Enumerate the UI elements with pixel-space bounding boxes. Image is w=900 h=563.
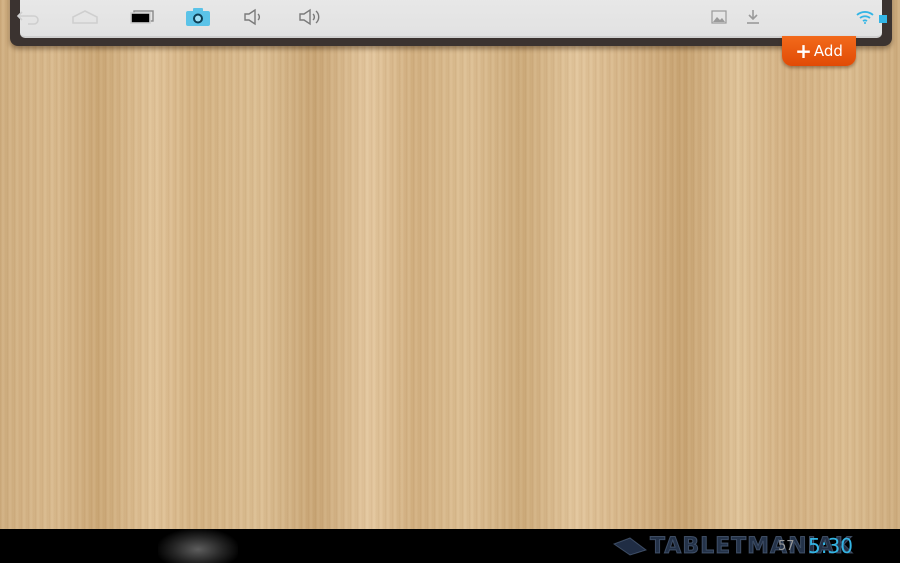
status-clock: 5:30 [808,534,853,558]
wifi-status [855,0,875,34]
screenshot-button-highlight [158,529,238,563]
volume-down-button[interactable] [240,0,268,34]
watermark-logo-icon [612,537,648,556]
home-button[interactable] [68,0,102,34]
screenshot-button[interactable] [182,0,214,34]
recent-apps-button[interactable] [124,0,158,34]
battery-status [876,0,890,34]
battery-icon [879,15,887,23]
volume-up-button[interactable] [295,0,325,34]
add-button-label: Add [813,42,843,60]
download-icon [747,10,759,24]
camera-icon [186,8,210,26]
volume-down-icon [244,8,260,26]
download-notification[interactable] [744,0,762,34]
wifi-icon [856,11,874,24]
home-icon [72,10,98,24]
volume-up-icon [299,8,320,26]
gallery-notification[interactable] [710,0,728,34]
back-arrow-icon [16,11,39,25]
gallery-notification-icon [711,10,727,24]
add-button[interactable]: + Add [782,36,856,66]
back-button[interactable] [12,0,46,34]
battery-level: 57 [778,538,795,554]
recent-apps-icon [130,10,154,24]
wood-background [0,0,900,529]
plus-icon: + [795,39,812,63]
